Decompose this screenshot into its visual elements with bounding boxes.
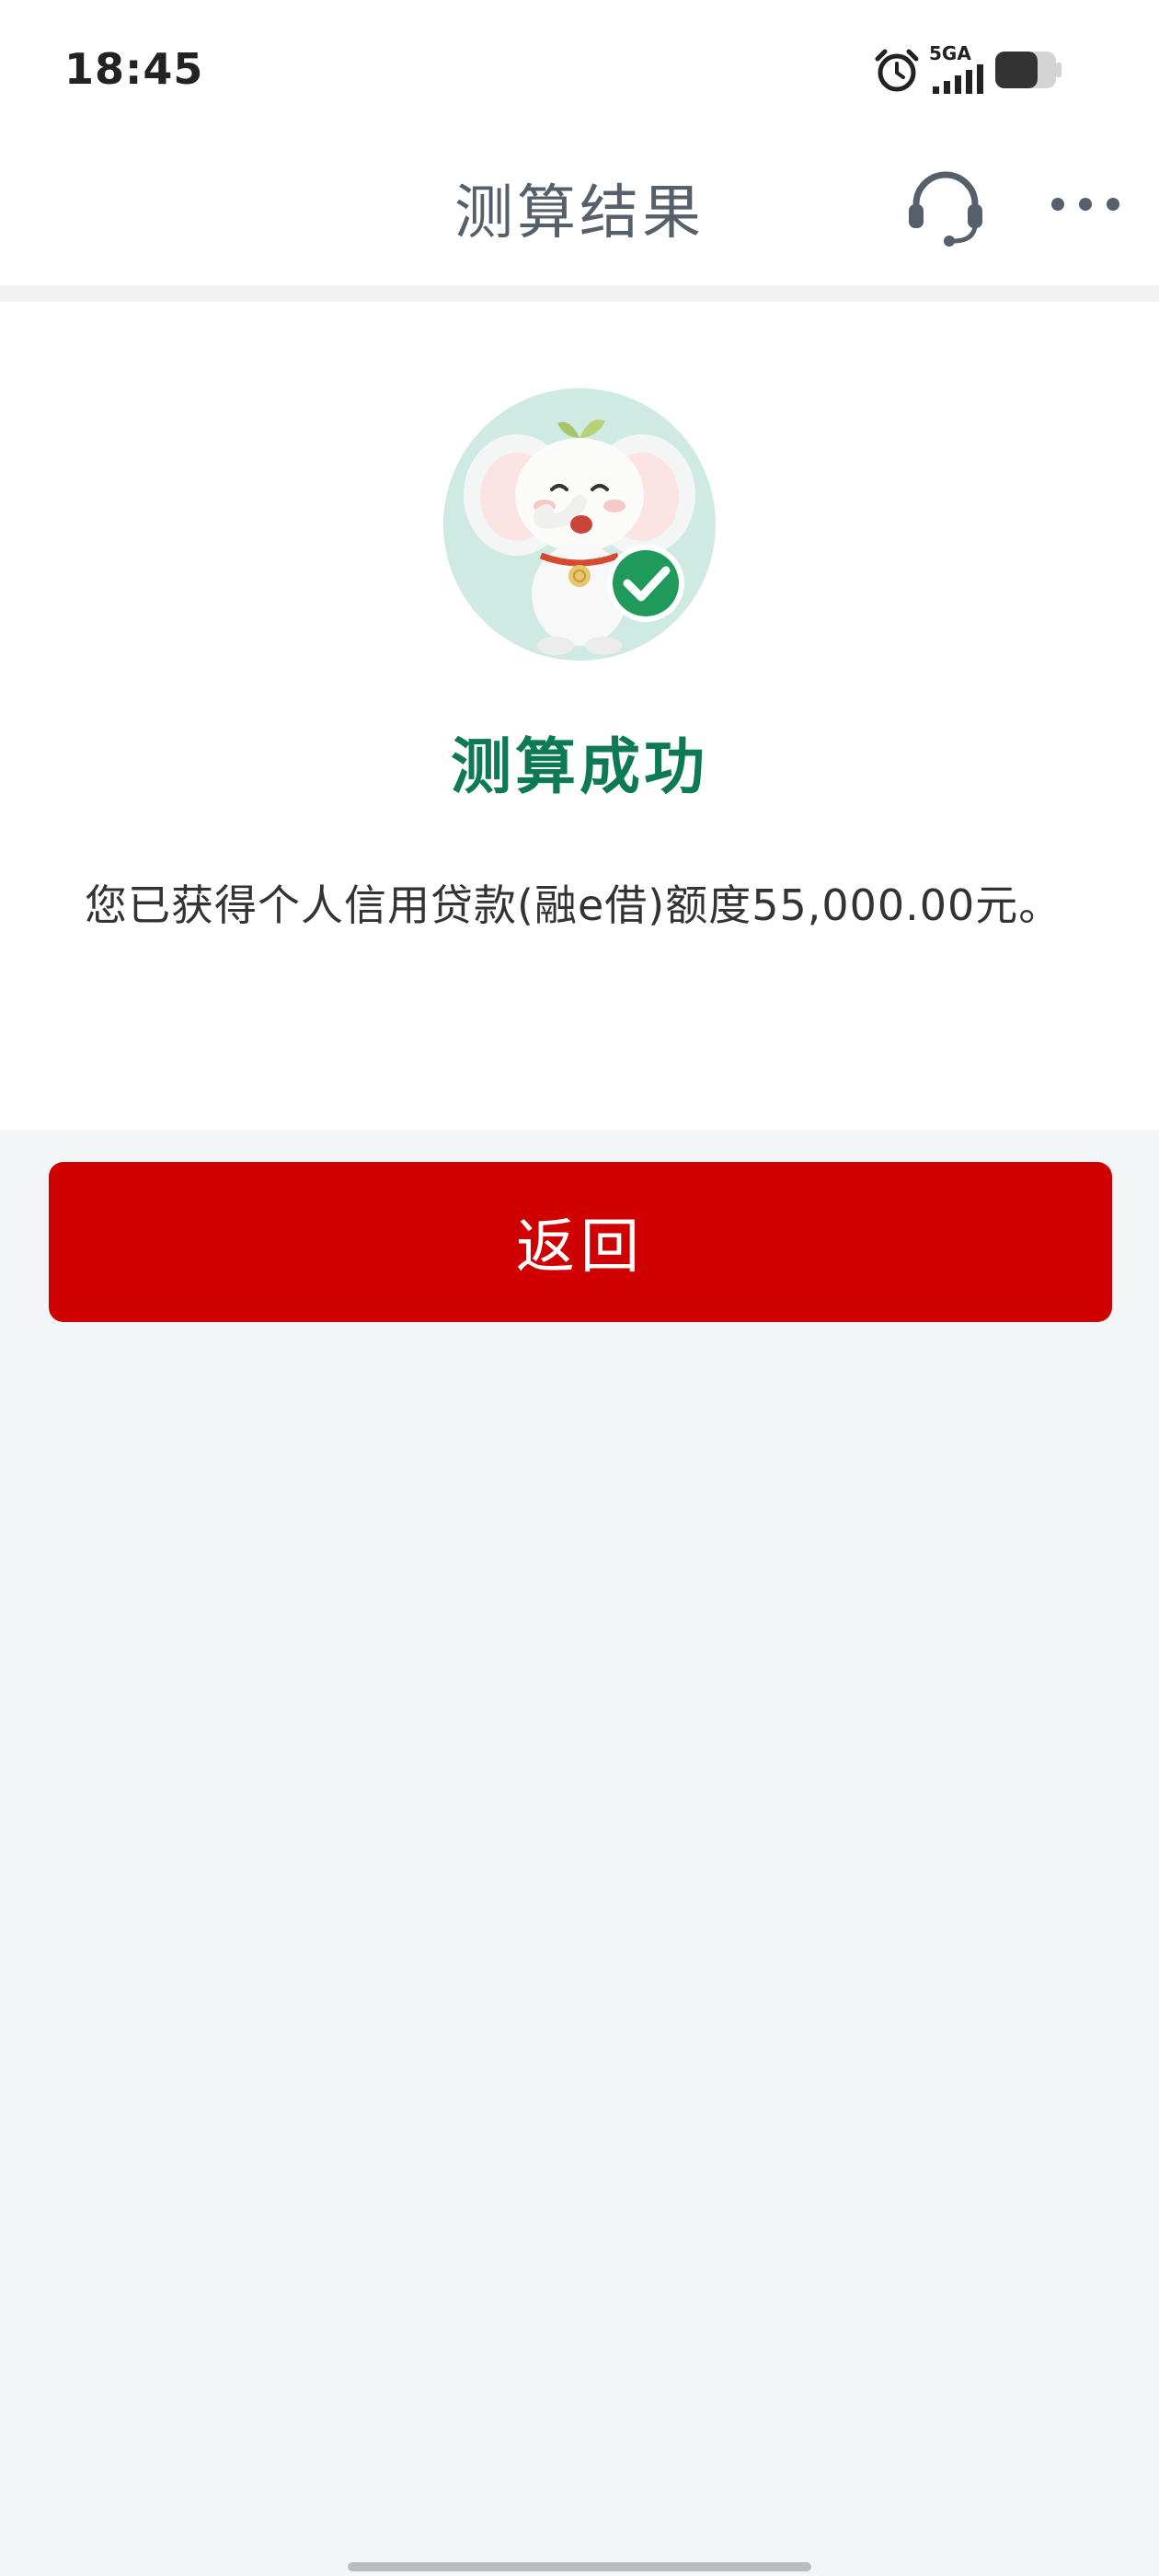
result-title: 测算成功 [451, 731, 708, 802]
more-icon[interactable] [1049, 186, 1122, 223]
result-message: 您已获得个人信用贷款(融e借)额度55,000.00元。 [85, 880, 1062, 930]
status-bar: 18:45 5GA [0, 0, 1159, 138]
status-time: 18:45 [64, 44, 204, 94]
home-indicator[interactable] [348, 2562, 811, 2571]
divider [0, 285, 1159, 302]
navigation-bar: 测算结果 [0, 138, 1159, 285]
alarm-icon [875, 49, 919, 92]
signal-icon [933, 64, 983, 94]
battery-icon [995, 52, 1061, 88]
result-card: 测算成功 您已获得个人信用贷款(融e借)额度55,000.00元。 [0, 302, 1159, 1130]
headset-icon[interactable] [901, 164, 990, 252]
network-label: 5GA [929, 42, 971, 64]
back-button[interactable]: 返回 [49, 1162, 1112, 1322]
elephant-mascot-icon [443, 388, 716, 661]
